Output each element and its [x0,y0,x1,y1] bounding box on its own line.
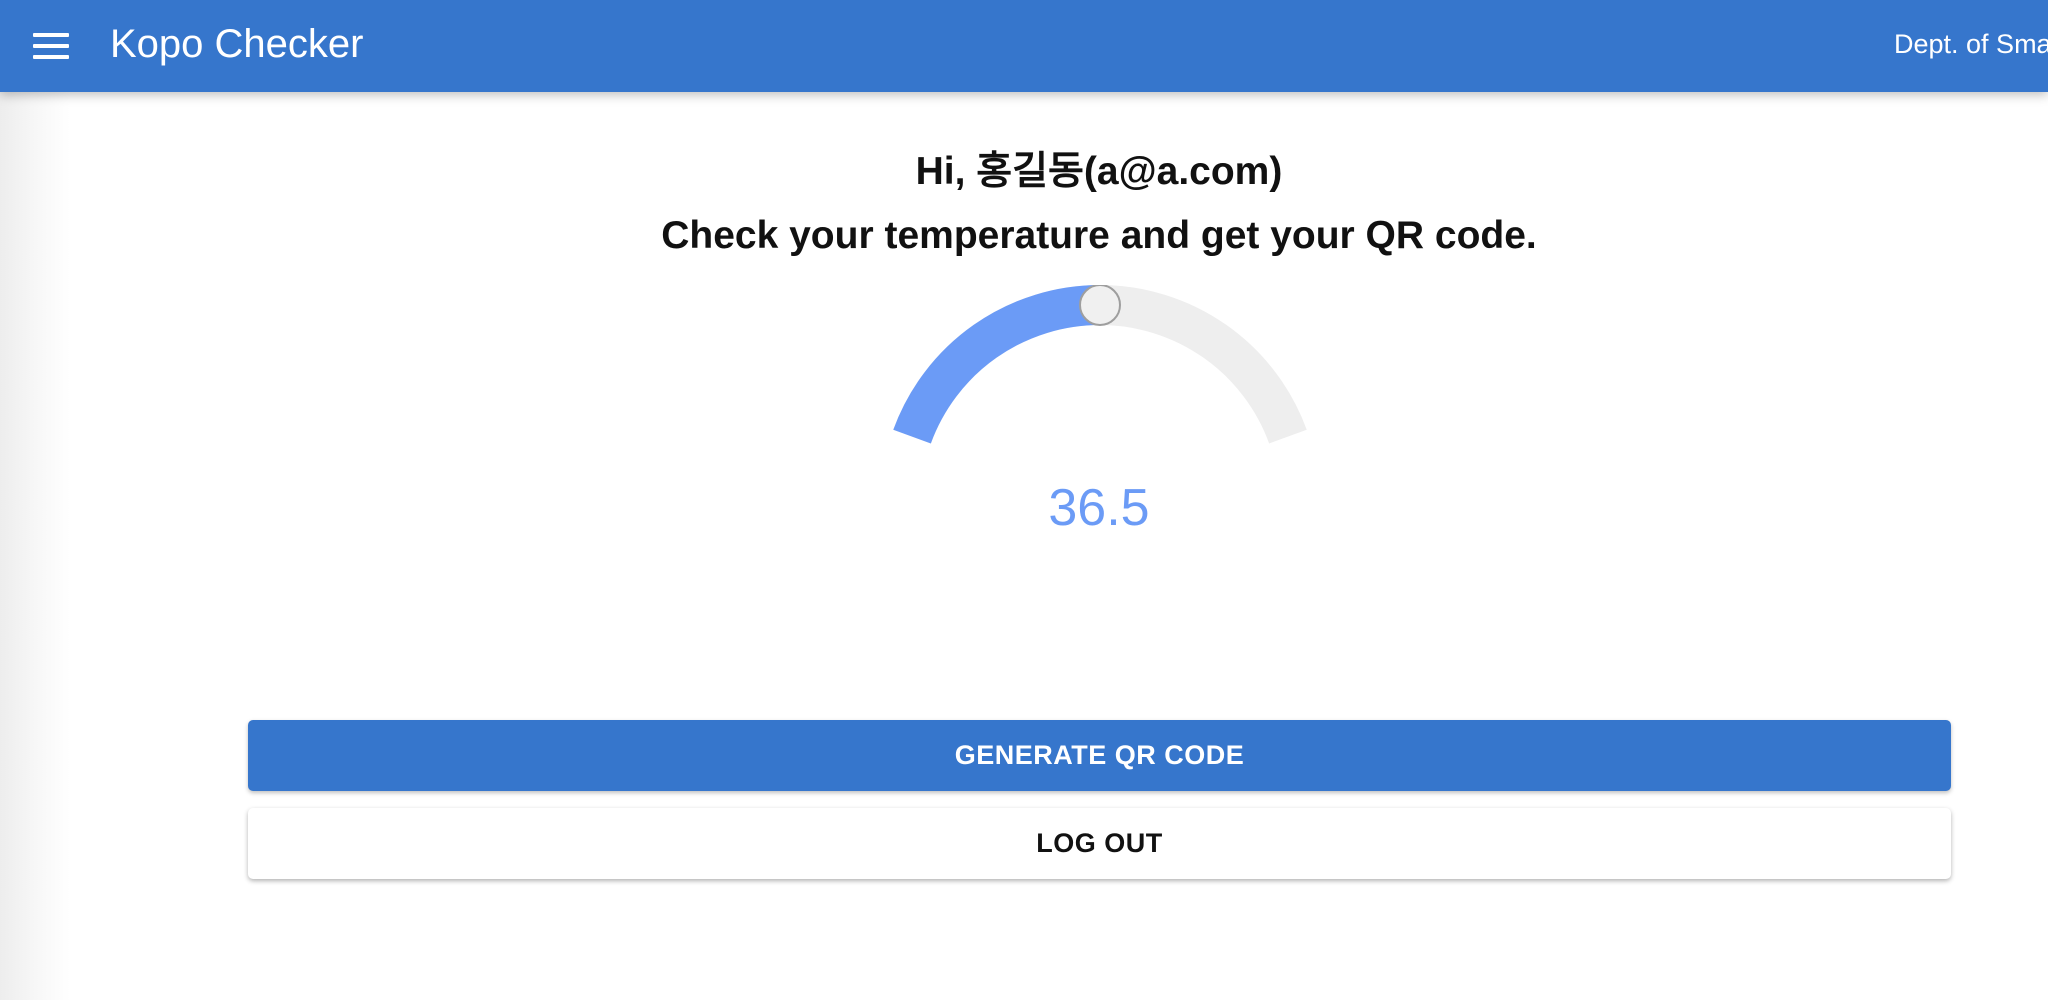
menu-icon[interactable] [30,25,74,67]
gauge-fill [893,285,1101,444]
app-bar: Kopo Checker Dept. of Sma [0,0,2048,92]
app-root: Kopo Checker Dept. of Sma Hi, 홍길동(a@a.co… [0,0,2048,1000]
app-title: Kopo Checker [110,22,364,66]
temperature-value: 36.5 [1048,479,1150,537]
logout-button[interactable]: LOG OUT [248,808,1951,879]
gauge-knob[interactable] [1079,285,1121,326]
instruction-text: Check your temperature and get your QR c… [661,214,1537,257]
greeting-text: Hi, 홍길동(a@a.com) [915,150,1283,193]
temperature-gauge[interactable] [880,285,1320,485]
dept-label: Dept. of Sma [1894,29,2048,59]
generate-qr-button[interactable]: GENERATE QR CODE [248,720,1951,791]
